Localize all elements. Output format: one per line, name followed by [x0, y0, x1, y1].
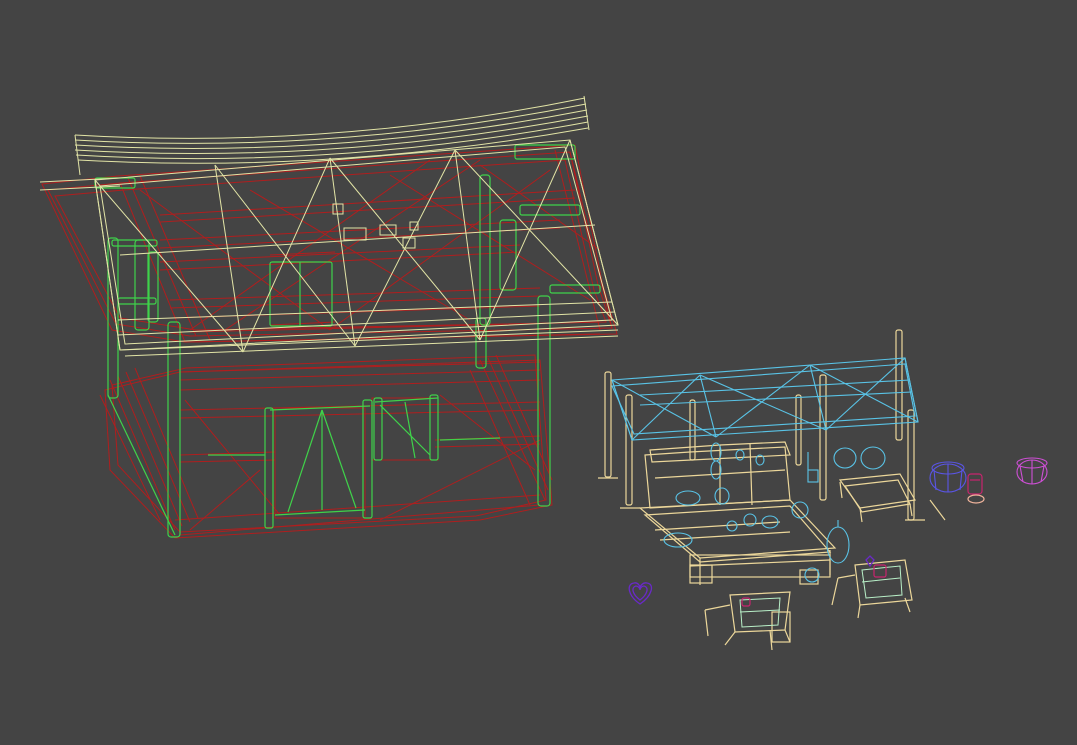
stall-structure [598, 329, 946, 651]
peach-bowl [967, 494, 985, 504]
market-stall-wireframe[interactable] [598, 329, 1048, 651]
blue-basket [929, 461, 967, 493]
house-roof [39, 95, 619, 357]
house-wireframe[interactable] [39, 95, 619, 539]
magenta-basket [1016, 457, 1048, 485]
viewport-3d[interactable] [0, 0, 1077, 745]
wireframe-scene[interactable] [0, 0, 1077, 745]
stall-mint-accents [739, 565, 903, 628]
stall-canopy [611, 357, 919, 583]
red-vase [741, 473, 983, 607]
